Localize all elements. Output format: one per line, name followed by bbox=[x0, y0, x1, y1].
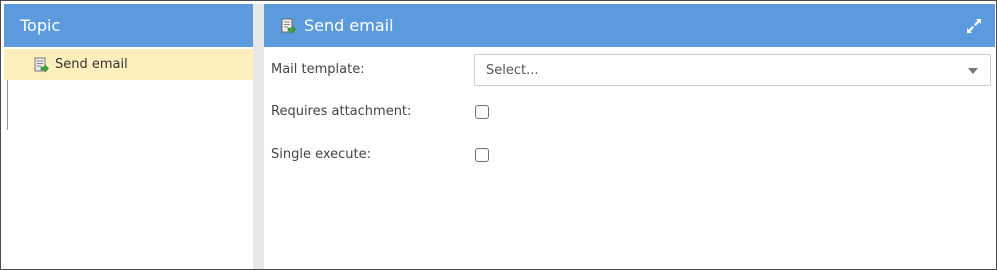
send-email-icon bbox=[33, 57, 49, 73]
chevron-down-icon bbox=[968, 68, 978, 74]
mail-template-label: Mail template: bbox=[271, 62, 365, 77]
topic-panel: Topic Send email bbox=[4, 4, 253, 269]
send-email-icon bbox=[280, 18, 296, 34]
mail-template-select[interactable]: Select... bbox=[474, 54, 991, 86]
expand-icon[interactable] bbox=[965, 17, 983, 35]
tree-item-send-email[interactable]: Send email bbox=[4, 49, 253, 80]
mail-template-value: Select... bbox=[486, 62, 539, 78]
requires-attachment-checkbox[interactable] bbox=[475, 105, 489, 119]
panel-splitter[interactable] bbox=[253, 4, 264, 269]
single-execute-label: Single execute: bbox=[271, 147, 372, 162]
send-email-panel: Send email Mail template: Select... Requ… bbox=[264, 4, 995, 269]
send-email-panel-title: Send email bbox=[304, 16, 394, 35]
panel-edge-divider bbox=[7, 80, 8, 130]
app-window: Topic Send email Send email Mail templat… bbox=[0, 0, 997, 270]
single-execute-checkbox[interactable] bbox=[475, 148, 489, 162]
topic-panel-title: Topic bbox=[4, 4, 253, 47]
tree-item-label: Send email bbox=[55, 57, 128, 72]
requires-attachment-label: Requires attachment: bbox=[271, 104, 412, 119]
send-email-panel-header: Send email bbox=[264, 4, 995, 47]
